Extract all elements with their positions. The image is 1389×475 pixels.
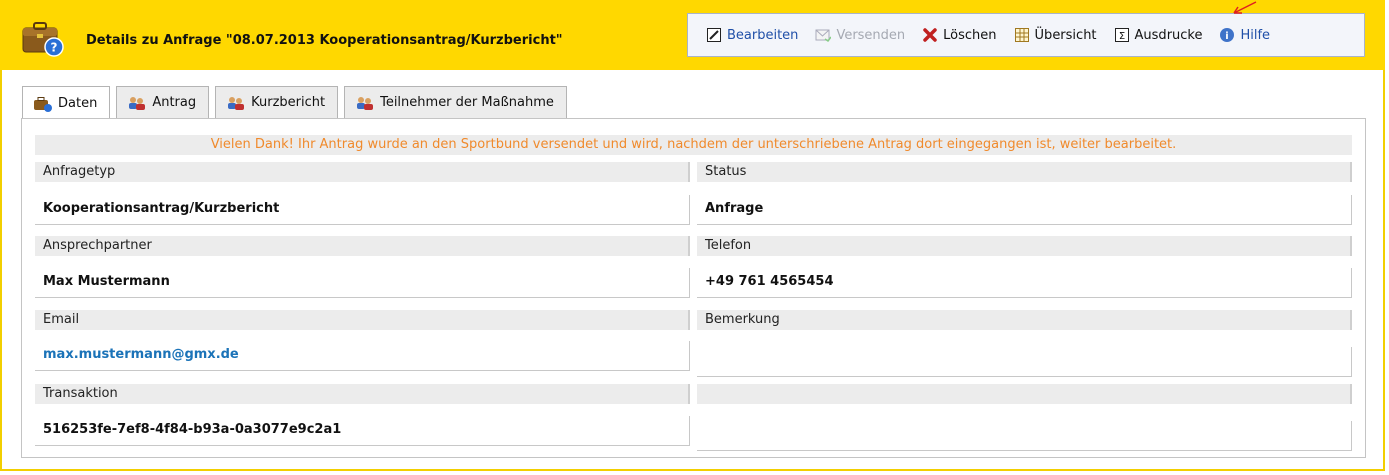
header-bar: ? Details zu Anfrage "08.07.2013 Koopera… <box>0 0 1385 70</box>
users-icon <box>226 95 246 111</box>
tab-label: Antrag <box>152 95 197 110</box>
info-icon: i <box>1219 27 1235 43</box>
tab-antrag[interactable]: Antrag <box>116 86 210 118</box>
edit-icon <box>706 27 722 43</box>
edit-label: Bearbeiten <box>727 27 799 43</box>
delete-button[interactable]: Löschen <box>922 27 997 43</box>
success-notice: Vielen Dank! Ihr Antrag wurde an den Spo… <box>35 135 1352 155</box>
email-label: Email <box>35 310 690 330</box>
edit-button[interactable]: Bearbeiten <box>706 27 798 43</box>
overview-label: Übersicht <box>1034 27 1097 43</box>
empty-value <box>697 421 1352 451</box>
delete-label: Löschen <box>943 27 997 43</box>
status-value: Anfrage <box>697 195 1352 225</box>
sigma-icon: Σ <box>1114 27 1130 43</box>
svg-text:Σ: Σ <box>1118 31 1124 42</box>
send-label: Versenden <box>836 27 906 43</box>
help-button[interactable]: i Hilfe <box>1219 27 1270 43</box>
status-label: Status <box>697 162 1352 182</box>
bemerkung-label: Bemerkung <box>697 310 1352 330</box>
telefon-label: Telefon <box>697 236 1352 256</box>
tab-daten[interactable]: Daten <box>22 86 111 120</box>
bemerkung-value <box>697 347 1352 377</box>
briefcase-help-icon: ? <box>20 18 66 58</box>
tab-teilnehmer[interactable]: Teilnehmer der Maßnahme <box>344 86 567 118</box>
table-icon <box>1014 27 1030 43</box>
briefcase-icon <box>33 96 53 112</box>
anfragetyp-value: Kooperationsantrag/Kurzbericht <box>35 195 690 225</box>
users-icon <box>355 95 375 111</box>
print-label: Ausdrucke <box>1134 27 1203 43</box>
anfragetyp-label: Anfragetyp <box>35 162 690 182</box>
tab-kurzbericht[interactable]: Kurzbericht <box>215 86 339 118</box>
ansprechpartner-label: Ansprechpartner <box>35 236 690 256</box>
delete-x-icon <box>922 27 938 43</box>
empty-label <box>697 384 1352 404</box>
annotation-arrow-icon <box>1233 1 1257 14</box>
overview-button[interactable]: Übersicht <box>1014 27 1097 43</box>
transaktion-label: Transaktion <box>35 384 690 404</box>
tab-label: Daten <box>58 96 98 111</box>
envelope-icon <box>815 27 833 43</box>
toolbar: Bearbeiten Versenden Löschen Übersicht Σ… <box>687 13 1365 57</box>
email-link[interactable]: max.mustermann@gmx.de <box>35 341 690 371</box>
tab-label: Teilnehmer der Maßnahme <box>380 95 554 110</box>
tab-bar: Daten Antrag Kurzbericht Teilnehmer der … <box>22 86 567 120</box>
tab-label: Kurzbericht <box>251 95 326 110</box>
telefon-value: +49 761 4565454 <box>697 268 1352 298</box>
page-title: Details zu Anfrage "08.07.2013 Kooperati… <box>86 33 563 48</box>
ansprechpartner-value: Max Mustermann <box>35 268 690 298</box>
print-button[interactable]: Σ Ausdrucke <box>1114 27 1203 43</box>
send-button[interactable]: Versenden <box>815 27 905 43</box>
transaktion-value: 516253fe-7ef8-4f84-b93a-0a3077e9c2a1 <box>35 416 690 446</box>
help-label: Hilfe <box>1240 27 1271 43</box>
svg-text:i: i <box>1226 31 1229 42</box>
users-icon <box>127 95 147 111</box>
svg-text:?: ? <box>51 41 58 55</box>
